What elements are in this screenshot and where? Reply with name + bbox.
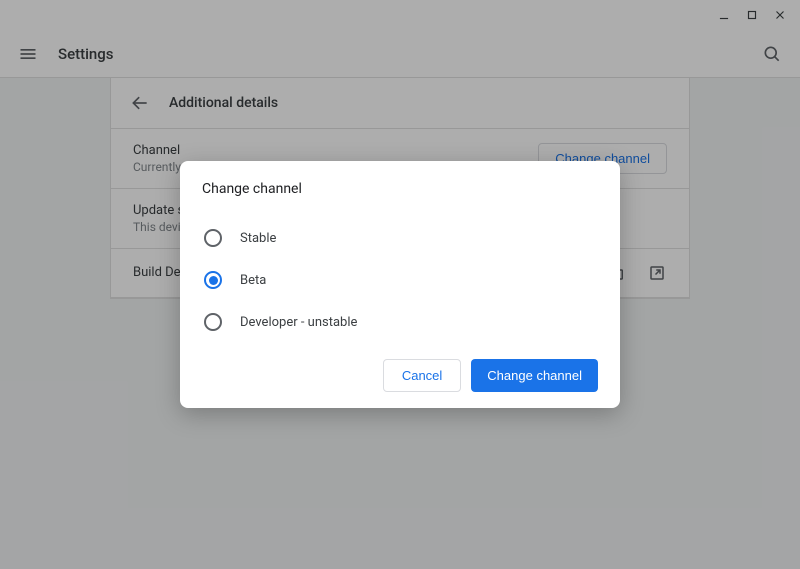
radio-dot: [209, 276, 218, 285]
radio-icon-selected: [204, 271, 222, 289]
radio-icon: [204, 313, 222, 331]
radio-option-beta[interactable]: Beta: [202, 259, 598, 301]
radio-label: Beta: [240, 273, 266, 288]
confirm-change-channel-button[interactable]: Change channel: [471, 359, 598, 392]
dialog-actions: Cancel Change channel: [202, 359, 598, 392]
radio-icon: [204, 229, 222, 247]
radio-option-stable[interactable]: Stable: [202, 217, 598, 259]
change-channel-dialog: Change channel Stable Beta Developer - u…: [180, 161, 620, 408]
dialog-title: Change channel: [202, 181, 598, 197]
channel-radio-group: Stable Beta Developer - unstable: [202, 217, 598, 343]
radio-label: Developer - unstable: [240, 315, 357, 330]
radio-option-developer[interactable]: Developer - unstable: [202, 301, 598, 343]
cancel-button[interactable]: Cancel: [383, 359, 461, 392]
radio-label: Stable: [240, 231, 276, 246]
modal-overlay[interactable]: Change channel Stable Beta Developer - u…: [0, 0, 800, 569]
